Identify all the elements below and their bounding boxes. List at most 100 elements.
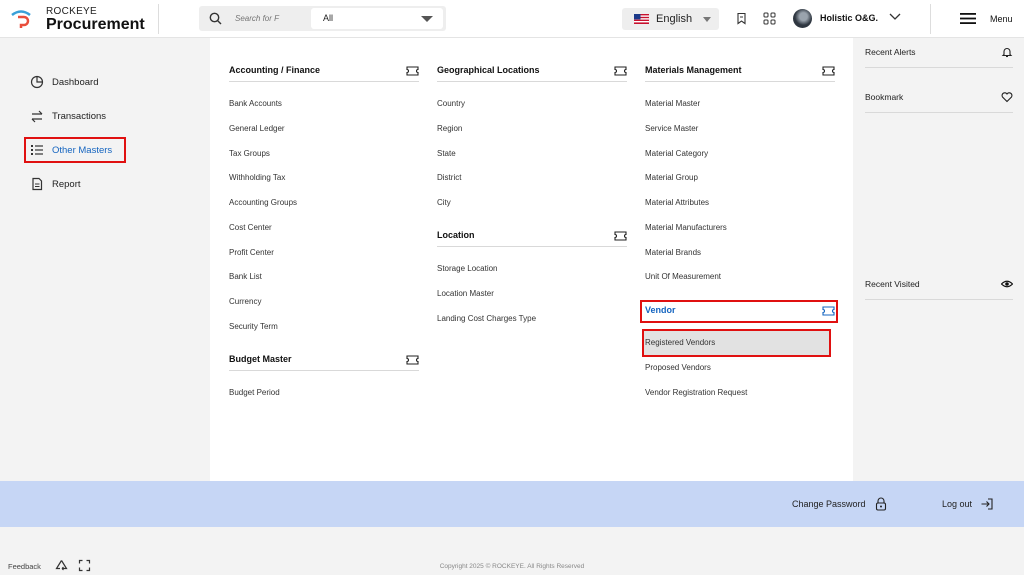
menu-link-material-attributes[interactable]: Material Attributes bbox=[645, 198, 709, 207]
menu-link-state[interactable]: State bbox=[437, 149, 456, 158]
section-title: Geographical Locations bbox=[437, 65, 540, 75]
ticket-icon[interactable] bbox=[822, 306, 835, 316]
ticket-icon[interactable] bbox=[406, 66, 419, 76]
menu-link-material-group[interactable]: Material Group bbox=[645, 173, 698, 182]
sidebar-item-label: Report bbox=[52, 178, 81, 190]
menu-link-general-ledger[interactable]: General Ledger bbox=[229, 124, 285, 133]
heart-icon[interactable] bbox=[1001, 91, 1013, 103]
logout-button[interactable]: Log out bbox=[942, 497, 994, 511]
brand-name-product: Procurement bbox=[46, 16, 145, 33]
sidebar-item-transactions[interactable]: Transactions bbox=[24, 104, 106, 128]
language-select[interactable]: English bbox=[622, 8, 719, 30]
menu-link-storage-location[interactable]: Storage Location bbox=[437, 264, 498, 273]
section-title: Budget Master bbox=[229, 354, 292, 364]
recent-alerts-row[interactable]: Recent Alerts bbox=[865, 38, 1013, 68]
menu-link-material-manufacturers[interactable]: Material Manufacturers bbox=[645, 223, 727, 232]
us-flag-icon bbox=[634, 14, 649, 24]
section-header-vendor[interactable]: Vendor bbox=[645, 300, 835, 322]
sidebar-item-other-masters[interactable]: Other Masters bbox=[24, 138, 112, 162]
recent-visited-label: Recent Visited bbox=[865, 279, 920, 289]
menu-link-accounting-groups[interactable]: Accounting Groups bbox=[229, 198, 297, 207]
section-header-geo[interactable]: Geographical Locations bbox=[437, 60, 627, 82]
logout-label: Log out bbox=[942, 499, 973, 509]
change-password-button[interactable]: Change Password bbox=[792, 497, 888, 511]
menu-label[interactable]: Menu bbox=[990, 14, 1013, 24]
menu-link-proposed-vendors[interactable]: Proposed Vendors bbox=[645, 363, 711, 372]
menu-link-registered-vendors[interactable]: Registered Vendors bbox=[643, 331, 829, 355]
menu-link-withholding-tax[interactable]: Withholding Tax bbox=[229, 173, 285, 182]
caret-down-icon bbox=[421, 16, 433, 22]
search-input[interactable] bbox=[235, 10, 305, 27]
user-avatar[interactable] bbox=[793, 9, 812, 28]
sidebar-item-label: Other Masters bbox=[52, 144, 113, 156]
menu-link-bank-accounts[interactable]: Bank Accounts bbox=[229, 99, 282, 108]
menu-link-profit-center[interactable]: Profit Center bbox=[229, 248, 274, 257]
ticket-icon[interactable] bbox=[614, 231, 627, 241]
menu-link-country[interactable]: Country bbox=[437, 99, 465, 108]
menu-link-landing-cost-charges-type[interactable]: Landing Cost Charges Type bbox=[437, 314, 536, 323]
language-label: English bbox=[656, 13, 693, 25]
recent-alerts-label: Recent Alerts bbox=[865, 47, 916, 57]
top-header: ROCKEYE Procurement All English bbox=[0, 0, 1024, 38]
search-filter-select[interactable]: All bbox=[311, 8, 443, 29]
section-header-budget[interactable]: Budget Master bbox=[229, 349, 419, 371]
recent-visited-row[interactable]: Recent Visited bbox=[865, 270, 1013, 300]
header-divider bbox=[158, 4, 159, 34]
menu-link-service-master[interactable]: Service Master bbox=[645, 124, 698, 133]
sidebar-item-label: Transactions bbox=[52, 110, 107, 122]
logout-icon bbox=[981, 498, 993, 510]
chevron-down-icon[interactable] bbox=[888, 12, 902, 22]
header-divider bbox=[930, 4, 931, 34]
arrows-swap-icon bbox=[31, 110, 43, 123]
section-header-materials[interactable]: Materials Management bbox=[645, 60, 835, 82]
document-icon bbox=[32, 177, 43, 191]
sidebar-item-report[interactable]: Report bbox=[24, 172, 81, 196]
section-title: Materials Management bbox=[645, 65, 742, 75]
menu-link-district[interactable]: District bbox=[437, 173, 461, 182]
user-name[interactable]: Holistic O&G. bbox=[820, 13, 878, 23]
bookmark-label: Bookmark bbox=[865, 92, 904, 102]
search-filter-value: All bbox=[323, 13, 334, 23]
account-action-bar: Change Password Log out bbox=[0, 481, 1024, 527]
menu-link-currency[interactable]: Currency bbox=[229, 297, 261, 306]
menu-link-bank-list[interactable]: Bank List bbox=[229, 272, 262, 281]
bookmark-tag-icon[interactable] bbox=[735, 12, 748, 25]
bookmark-row[interactable]: Bookmark bbox=[865, 83, 1013, 113]
copyright-text: Copyright 2025 © ROCKEYE. All Rights Res… bbox=[439, 563, 585, 570]
other-masters-mega-menu: Accounting / Finance Bank Accounts Gener… bbox=[210, 38, 853, 481]
menu-link-material-master[interactable]: Material Master bbox=[645, 99, 700, 108]
apps-grid-icon[interactable] bbox=[763, 12, 776, 25]
menu-link-material-brands[interactable]: Material Brands bbox=[645, 248, 701, 257]
section-header-location[interactable]: Location bbox=[437, 225, 627, 247]
menu-link-security-term[interactable]: Security Term bbox=[229, 322, 278, 331]
bell-icon[interactable] bbox=[1001, 46, 1013, 58]
section-title: Accounting / Finance bbox=[229, 65, 321, 75]
ticket-icon[interactable] bbox=[614, 66, 627, 76]
sidebar-item-label: Dashboard bbox=[52, 76, 99, 88]
menu-link-cost-center[interactable]: Cost Center bbox=[229, 223, 272, 232]
section-title: Location bbox=[437, 230, 475, 240]
change-password-label: Change Password bbox=[792, 499, 866, 509]
menu-link-material-category[interactable]: Material Category bbox=[645, 149, 708, 158]
sidebar-item-dashboard[interactable]: Dashboard bbox=[24, 70, 98, 94]
hamburger-menu-icon[interactable] bbox=[960, 12, 976, 25]
list-icon bbox=[31, 145, 43, 155]
menu-link-city[interactable]: City bbox=[437, 198, 451, 207]
menu-link-location-master[interactable]: Location Master bbox=[437, 289, 494, 298]
ticket-icon[interactable] bbox=[822, 66, 835, 76]
pie-chart-icon bbox=[30, 75, 44, 89]
menu-link-unit-of-measurement[interactable]: Unit Of Measurement bbox=[645, 272, 721, 281]
caret-down-icon bbox=[703, 17, 711, 22]
lock-icon bbox=[875, 497, 886, 511]
menu-link-region[interactable]: Region bbox=[437, 124, 462, 133]
rockeye-logo-icon[interactable] bbox=[10, 9, 32, 29]
eye-icon[interactable] bbox=[1001, 278, 1013, 290]
global-search: All bbox=[199, 6, 446, 31]
menu-link-tax-groups[interactable]: Tax Groups bbox=[229, 149, 270, 158]
section-title: Vendor bbox=[645, 305, 676, 315]
search-icon[interactable] bbox=[209, 12, 222, 25]
menu-link-budget-period[interactable]: Budget Period bbox=[229, 388, 280, 397]
menu-link-vendor-registration-request[interactable]: Vendor Registration Request bbox=[645, 388, 747, 397]
ticket-icon[interactable] bbox=[406, 355, 419, 365]
section-header-accounting[interactable]: Accounting / Finance bbox=[229, 60, 419, 82]
